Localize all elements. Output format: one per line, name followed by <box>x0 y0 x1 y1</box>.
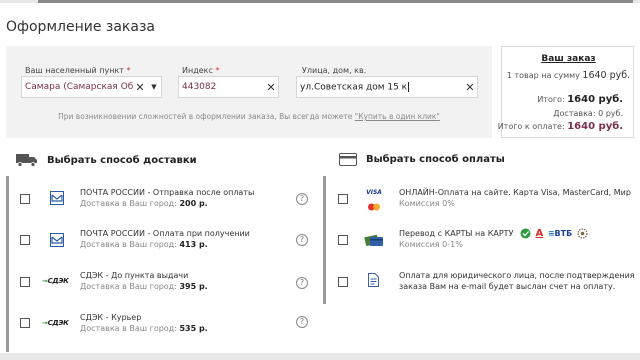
vtb-logo: ≡ВТБ <box>547 229 573 238</box>
gazprombank-logo <box>577 228 588 239</box>
russian-post-icon <box>50 191 64 205</box>
help-icon[interactable]: ? <box>296 277 308 289</box>
index-label: Индекс * <box>182 66 220 75</box>
cdek-logo: ⊸СДЭК <box>42 277 69 285</box>
one-click-buy-link[interactable]: "Купить в один клик" <box>355 112 440 121</box>
payment-header: Выбрать способ оплаты <box>339 153 505 166</box>
top-progress-bar <box>0 0 640 3</box>
payment-checkbox-2[interactable] <box>338 235 348 245</box>
visa-mastercard-icon: VISA <box>365 189 383 215</box>
payment-checkbox-3[interactable] <box>338 277 348 287</box>
help-icon[interactable]: ? <box>296 234 308 246</box>
street-field[interactable]: ул.Советская дом 15 к ✕ <box>296 76 478 98</box>
help-icon[interactable]: ? <box>296 316 308 328</box>
delivery-header: Выбрать способ доставки <box>16 153 197 167</box>
delivery-item-3: СДЭК - До пункта выдачи Доставка в Ваш г… <box>80 271 208 291</box>
summary-items: 1 товар на сумму 1640 руб. <box>506 70 631 81</box>
address-panel: Ваш населенный пункт * Самара (Самарская… <box>6 46 492 138</box>
payment-list: VISA ОНЛАЙН-Оплата на сайте. Карта Visa,… <box>330 176 635 306</box>
bottom-divider <box>0 353 640 360</box>
city-field[interactable]: Самара (Самарская Обл) ✕ ▼ <box>21 76 162 98</box>
order-summary: Ваш заказ 1 товар на сумму 1640 руб. Ито… <box>497 46 635 138</box>
delivery-checkbox-3[interactable] <box>20 277 30 287</box>
delivery-item-2: ПОЧТА РОССИИ - Оплата при получении Дост… <box>80 229 250 249</box>
payment-item-1: ОНЛАЙН-Оплата на сайте. Карта Visa, Mast… <box>399 188 631 208</box>
delivery-list: ПОЧТА РОССИИ - Отправка после оплаты Дос… <box>6 176 326 352</box>
alfabank-logo: А <box>535 228 544 239</box>
city-label: Ваш населенный пункт * <box>25 66 131 75</box>
clear-icon[interactable]: ✕ <box>133 81 147 94</box>
clear-icon[interactable]: ✕ <box>463 81 477 94</box>
delivery-scrollbar-right[interactable] <box>323 176 326 304</box>
payment-checkbox-1[interactable] <box>338 194 348 204</box>
cdek-logo: ⊸СДЭК <box>42 319 69 327</box>
delivery-title: Выбрать способ доставки <box>47 154 197 166</box>
delivery-checkbox-4[interactable] <box>20 318 30 328</box>
payment-title: Выбрать способ оплаты <box>366 154 505 165</box>
clear-icon[interactable]: ✕ <box>264 81 278 94</box>
delivery-checkbox-1[interactable] <box>20 194 30 204</box>
sberbank-logo <box>520 228 531 239</box>
payment-item-2: Перевод с КАРТЫ на КАРТУ А ≡ВТБ Комиссия… <box>399 228 588 250</box>
summary-title[interactable]: Ваш заказ <box>502 54 635 64</box>
page-title: Оформление заказа <box>6 19 155 35</box>
russian-post-icon <box>50 233 64 247</box>
card-icon <box>339 153 357 166</box>
cards-icon <box>364 234 383 246</box>
delivery-item-1: ПОЧТА РОССИИ - Отправка после оплаты Дос… <box>80 188 255 208</box>
summary-total: Итого: 1640 руб. <box>537 94 623 105</box>
invoice-document-icon <box>368 273 379 287</box>
chevron-down-icon[interactable]: ▼ <box>147 83 161 91</box>
index-field[interactable]: 443082 ✕ <box>178 76 279 98</box>
help-icon[interactable]: ? <box>296 193 308 205</box>
help-note: При возникновении сложностей в оформлени… <box>58 112 440 121</box>
truck-icon <box>16 154 37 167</box>
summary-delivery: Доставка: 0 руб. <box>553 109 623 118</box>
street-label: Улица, дом, кв. <box>302 66 367 75</box>
delivery-item-4: СДЭК - Курьер Доставка в Ваш город: 535 … <box>80 313 208 333</box>
delivery-checkbox-2[interactable] <box>20 235 30 245</box>
payment-item-3: Оплата для юридического лица, после подт… <box>399 271 635 291</box>
delivery-scrollbar[interactable] <box>6 176 9 352</box>
summary-pay: Итого к оплате: 1640 руб. <box>497 121 623 132</box>
